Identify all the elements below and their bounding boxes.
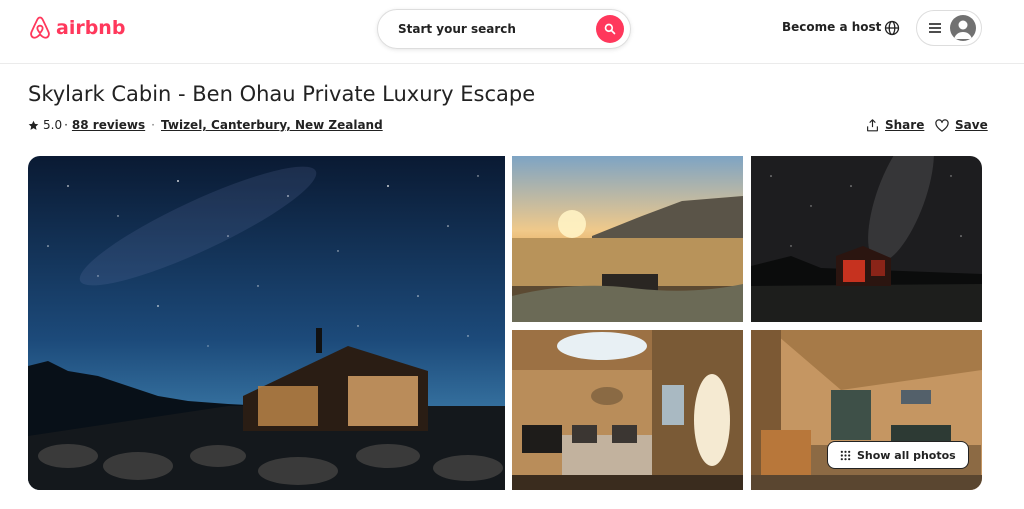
bedroom-skylight-image: [512, 330, 743, 490]
airbnb-belo-icon: [30, 16, 50, 39]
heart-icon: [935, 118, 949, 132]
search-icon: [604, 23, 616, 35]
sunset-grassland-image: [512, 156, 743, 322]
search-label: Start your search: [398, 22, 516, 36]
become-host-link[interactable]: Become a host: [782, 20, 881, 34]
listing-title: Skylark Cabin - Ben Ohau Private Luxury …: [28, 82, 536, 106]
site-header: airbnb Start your search Become a host: [0, 0, 1024, 64]
save-label: Save: [955, 118, 988, 132]
search-button[interactable]: [596, 15, 624, 43]
share-label: Share: [885, 118, 925, 132]
gallery-photo-3[interactable]: [751, 156, 982, 322]
search-bar[interactable]: Start your search: [377, 9, 631, 49]
save-button[interactable]: Save: [935, 118, 988, 132]
show-all-photos-button[interactable]: Show all photos: [827, 441, 969, 469]
star-icon: [28, 120, 39, 130]
photo-gallery: [28, 156, 982, 490]
meta-separator: ·: [151, 118, 155, 132]
hamburger-menu-icon: [929, 23, 941, 33]
user-avatar-icon: [950, 15, 976, 41]
cabin-night-sky-image: [28, 156, 505, 490]
show-all-photos-label: Show all photos: [857, 448, 956, 462]
globe-icon[interactable]: [884, 20, 900, 36]
reviews-link[interactable]: 88 reviews: [72, 118, 145, 132]
location-link[interactable]: Twizel, Canterbury, New Zealand: [161, 118, 383, 132]
share-button[interactable]: Share: [866, 118, 924, 132]
profile-menu-button[interactable]: [916, 10, 982, 46]
rating-separator: ·: [64, 118, 68, 132]
gallery-photo-2[interactable]: [512, 156, 743, 322]
brand-name: airbnb: [56, 17, 126, 39]
rating-value: 5.0: [43, 118, 63, 132]
grid-dots-icon: [840, 450, 851, 460]
listing-meta: 5.0 · 88 reviews · Twizel, Canterbury, N…: [28, 118, 383, 132]
share-icon: [867, 118, 878, 131]
gallery-photo-main[interactable]: [28, 156, 505, 490]
gallery-photo-4[interactable]: [512, 330, 743, 490]
cabin-milky-way-image: [751, 156, 982, 322]
airbnb-logo[interactable]: airbnb: [28, 15, 125, 41]
